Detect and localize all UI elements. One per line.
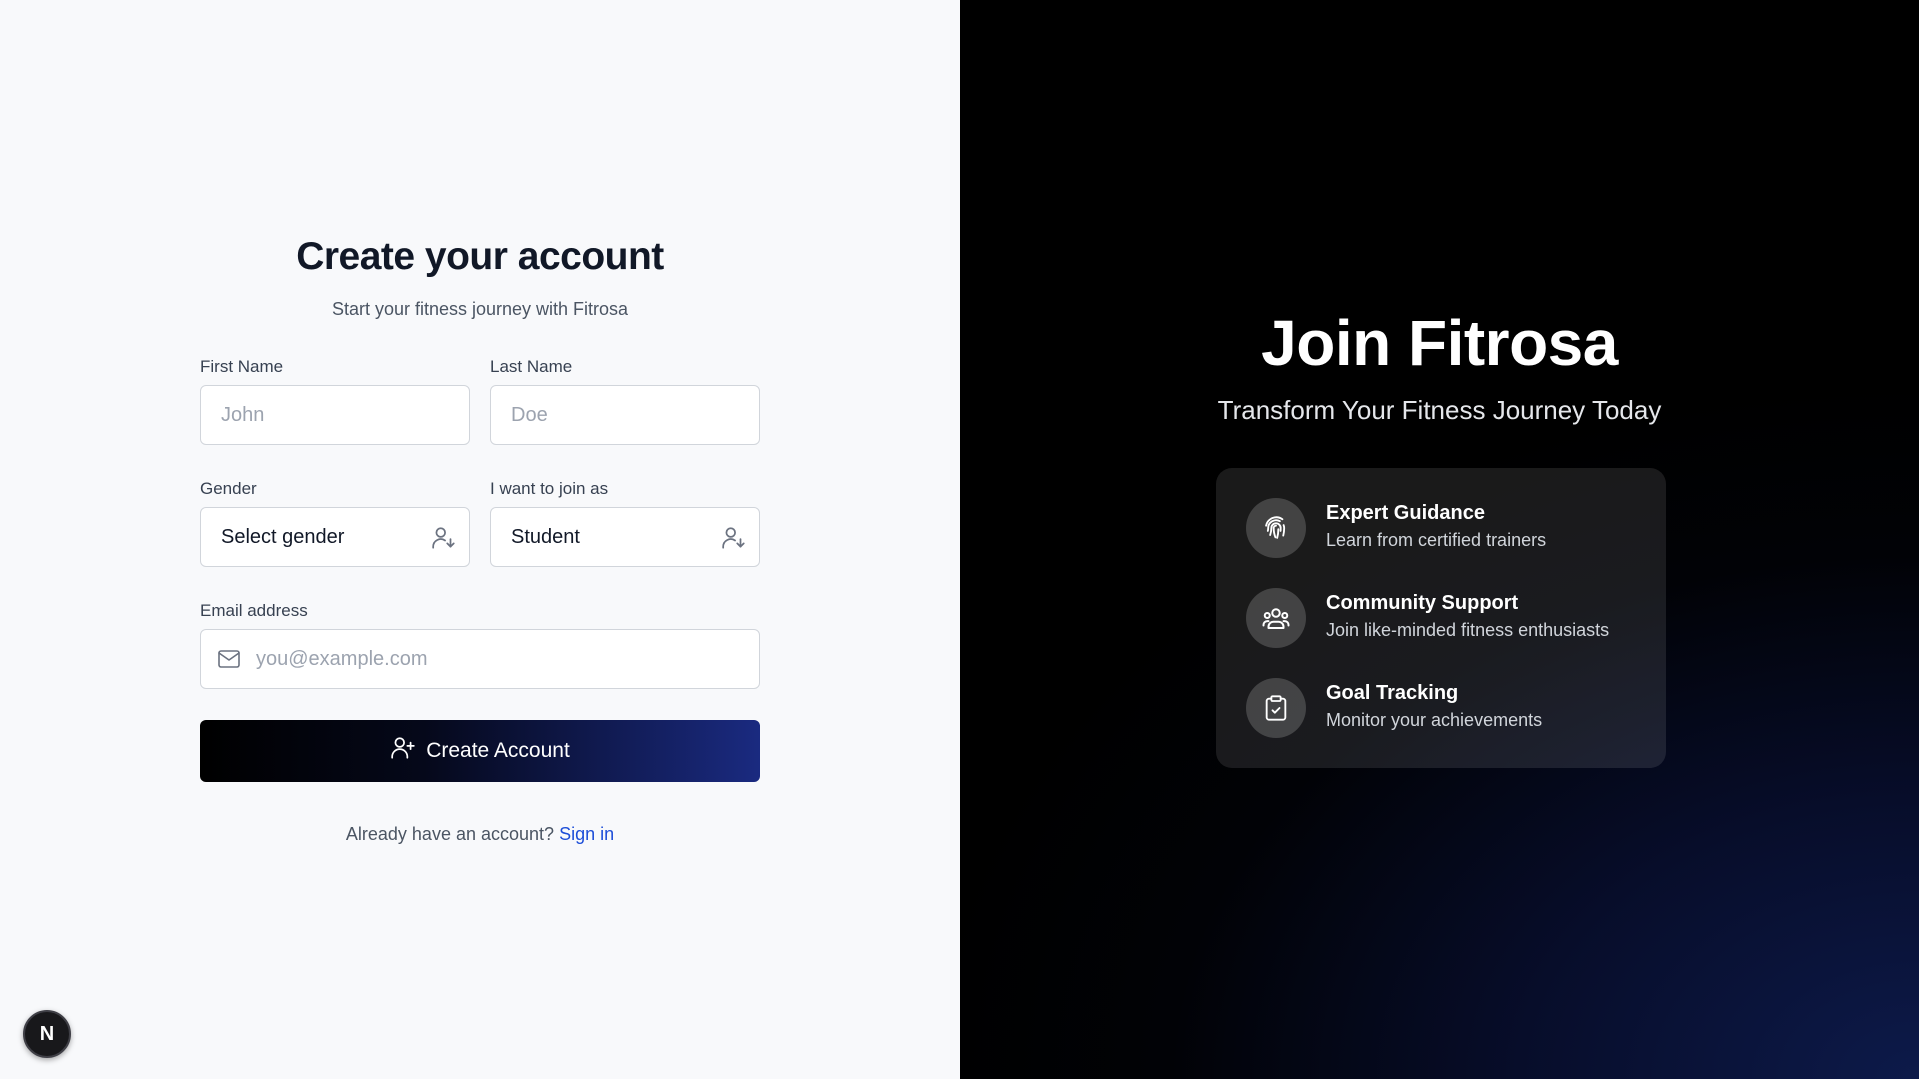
mail-icon <box>217 648 241 675</box>
signin-link[interactable]: Sign in <box>559 824 614 844</box>
badge-letter: N <box>39 1022 55 1045</box>
promo-subtitle: Transform Your Fitness Journey Today <box>1217 395 1662 425</box>
last-name-input[interactable] <box>491 403 759 427</box>
feature-item: Community Support Join like-minded fitne… <box>1246 588 1636 678</box>
feature-desc: Join like-minded fitness enthusiasts <box>1326 620 1610 640</box>
gender-group: Gender Select gender <box>200 479 470 567</box>
page-subtitle: Start your fitness journey with Fitrosa <box>331 299 629 319</box>
last-name-box <box>490 385 760 445</box>
create-account-label: Create Account <box>426 739 570 762</box>
email-label: Email address <box>200 601 308 620</box>
user-check-icon <box>721 525 747 556</box>
feature-title: Community Support <box>1326 592 1519 614</box>
gender-select[interactable]: Select gender <box>200 507 470 567</box>
signup-panel: Create your account Start your fitness j… <box>0 0 960 1079</box>
fingerprint-icon <box>1246 498 1306 558</box>
role-group: I want to join as Student <box>490 479 760 567</box>
email-group: Email address <box>200 601 760 689</box>
feature-desc: Monitor your achievements <box>1326 710 1543 730</box>
role-label: I want to join as <box>490 479 609 498</box>
page-title: Create your account <box>296 235 664 278</box>
promo-title: Join Fitrosa <box>1261 307 1618 379</box>
first-name-group: First Name <box>200 357 470 445</box>
create-account-button[interactable]: Create Account <box>200 720 760 782</box>
signin-prompt: Already have an account? Sign in <box>200 824 760 845</box>
last-name-group: Last Name <box>490 357 760 445</box>
user-plus-icon <box>390 735 416 767</box>
users-group-icon <box>1246 588 1306 648</box>
feature-title: Goal Tracking <box>1326 682 1459 704</box>
promo-panel: Join Fitrosa Transform Your Fitness Jour… <box>960 0 1919 1079</box>
clipboard-check-icon <box>1246 678 1306 738</box>
signin-prompt-text: Already have an account? <box>345 824 555 844</box>
gender-label: Gender <box>200 479 257 498</box>
feature-item: Goal Tracking Monitor your achievements <box>1246 678 1636 768</box>
role-select[interactable]: Student <box>490 507 760 567</box>
feature-title: Expert Guidance <box>1326 502 1485 524</box>
feature-item: Expert Guidance Learn from certified tra… <box>1246 498 1636 588</box>
email-input[interactable] <box>201 647 759 671</box>
feature-desc: Learn from certified trainers <box>1326 530 1547 550</box>
first-name-label: First Name <box>200 357 284 376</box>
first-name-input[interactable] <box>201 403 469 427</box>
signup-form: Create your account Start your fitness j… <box>200 230 760 844</box>
first-name-box <box>200 385 470 445</box>
features-card: Expert Guidance Learn from certified tra… <box>1216 468 1666 768</box>
role-selected-value: Student <box>511 525 580 548</box>
email-box <box>200 629 760 689</box>
dev-tools-badge[interactable]: N <box>23 1010 71 1058</box>
gender-selected-value: Select gender <box>221 525 345 548</box>
last-name-label: Last Name <box>490 357 573 376</box>
user-check-icon <box>431 525 457 556</box>
